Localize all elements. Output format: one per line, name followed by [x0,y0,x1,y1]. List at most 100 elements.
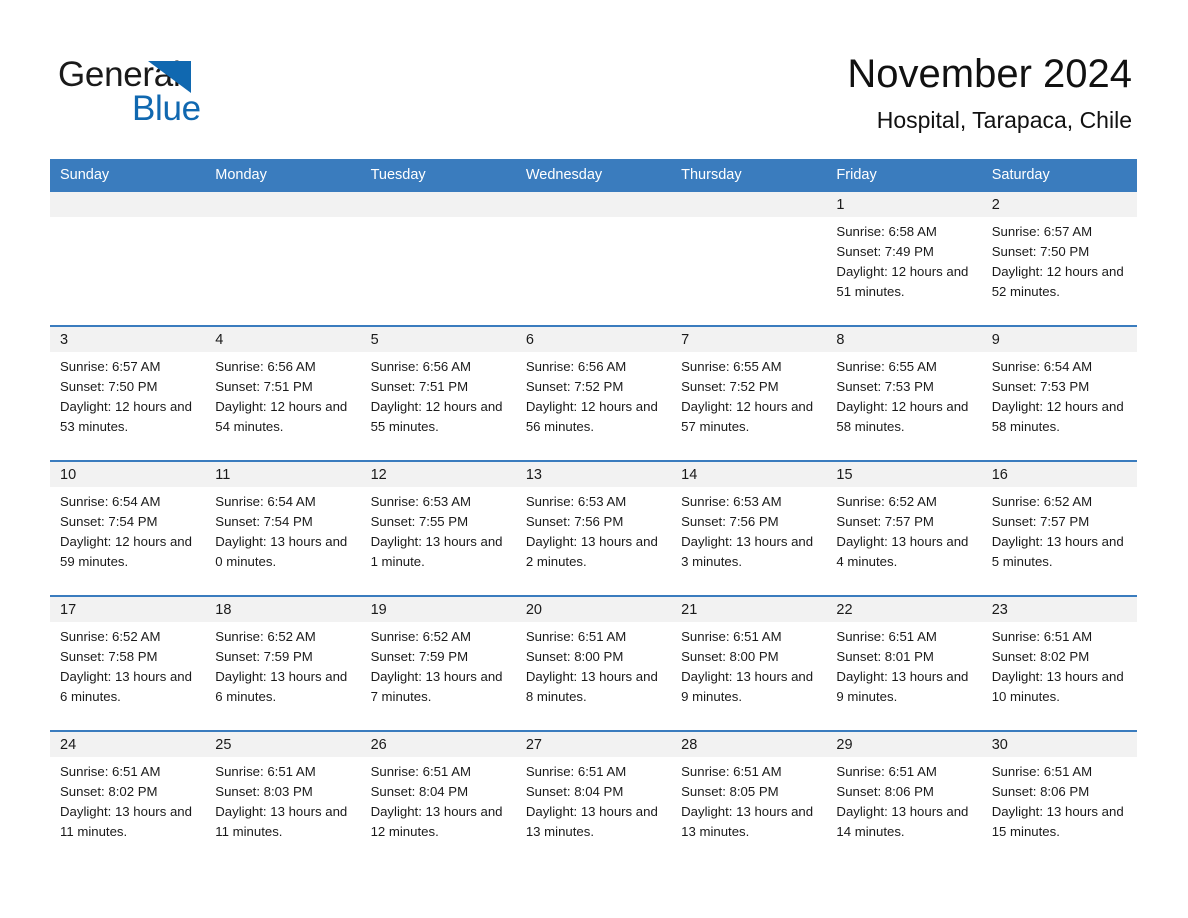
day-cell[interactable]: 30 Sunrise: 6:51 AM Sunset: 8:06 PM Dayligh… [981,732,1137,865]
sunset-text: Sunset: 7:55 PM [370,514,469,529]
daylight-text: Daylight: 13 hours and 11 minutes. [60,804,192,839]
day-number: 19 [360,597,516,622]
day-cell[interactable]: 14 Sunrise: 6:53 AM Sunset: 7:56 PM Dayligh… [671,462,827,595]
daylight-text: Daylight: 13 hours and 2 minutes. [525,534,658,569]
calendar-grid: Sunday Monday Tuesday Wednesday Thursday Frid… [50,159,1137,865]
daylight-text: Daylight: 13 hours and 9 minutes. [836,669,969,704]
day-cell[interactable]: 16 Sunrise: 6:52 AM Sunset: 7:57 PM Dayligh… [981,462,1137,595]
day-number: 15 [826,462,982,487]
day-details: Sunrise: 6:51 AM Sunset: 8:06 PM Daylight:… [826,757,981,842]
day-cell[interactable]: 28 Sunrise: 6:51 AM Sunset: 8:05 PM Dayligh… [671,732,827,865]
day-cell[interactable]: 1 Sunrise: 6:58 AM Sunset: 7:49 PM Daylight… [826,192,982,325]
day-cell[interactable]: 20 Sunrise: 6:51 AM Sunset: 8:00 PM Dayligh… [515,597,672,730]
daylight-text: Daylight: 13 hours and 3 minutes. [681,534,814,569]
sunset-text: Sunset: 8:01 PM [836,649,934,664]
day-details: Sunrise: 6:51 AM Sunset: 8:02 PM Daylight:… [982,622,1137,707]
sunrise-text: Sunrise: 6:52 AM [60,629,161,644]
sunrise-text: Sunrise: 6:52 AM [836,494,937,509]
day-cell[interactable]: 6 Sunrise: 6:56 AM Sunset: 7:52 PM Daylight… [515,327,672,460]
daylight-text: Daylight: 12 hours and 52 minutes. [991,264,1124,299]
day-number: 17 [50,597,206,622]
day-cell[interactable]: 2 Sunrise: 6:57 AM Sunset: 7:50 PM Daylight… [981,192,1137,325]
sunset-text: Sunset: 7:53 PM [836,379,934,394]
daylight-text: Daylight: 13 hours and 14 minutes. [836,804,969,839]
sunrise-text: Sunrise: 6:56 AM [215,359,316,374]
day-details: Sunrise: 6:51 AM Sunset: 8:00 PM Daylight:… [516,622,671,707]
logo-text-blue: Blue [132,89,201,128]
day-cell[interactable]: 11 Sunrise: 6:54 AM Sunset: 7:54 PM Dayligh… [205,462,361,595]
daylight-text: Daylight: 13 hours and 10 minutes. [991,669,1124,704]
daylight-text: Daylight: 13 hours and 4 minutes. [836,534,969,569]
daylight-text: Daylight: 13 hours and 1 minute. [370,534,503,569]
calendar-weeks: 1 Sunrise: 6:58 AM Sunset: 7:49 PM Daylight… [50,192,1137,865]
day-number: 3 [50,327,206,352]
day-cell[interactable]: 7 Sunrise: 6:55 AM Sunset: 7:52 PM Daylight… [671,327,827,460]
day-cell[interactable]: 4 Sunrise: 6:56 AM Sunset: 7:51 PM Daylight… [205,327,361,460]
weekday-header-friday: Friday [836,167,877,183]
calendar-week-row: 1 Sunrise: 6:58 AM Sunset: 7:49 PM Daylight… [50,192,1137,325]
sunset-text: Sunset: 7:52 PM [681,379,779,394]
day-cell[interactable]: 21 Sunrise: 6:51 AM Sunset: 8:00 PM Dayligh… [671,597,827,730]
day-number: 24 [50,732,206,757]
day-cell[interactable]: 9 Sunrise: 6:54 AM Sunset: 7:53 PM Daylight… [981,327,1137,460]
sunrise-text: Sunrise: 6:51 AM [681,629,782,644]
day-number: 13 [515,462,672,487]
weekday-header-wednesday: Wednesday [525,167,603,183]
sunrise-text: Sunrise: 6:51 AM [681,764,782,779]
generalblue-logo[interactable]: General Blue [58,55,258,133]
sunset-text: Sunset: 7:49 PM [836,244,934,259]
day-cell[interactable]: 10 Sunrise: 6:54 AM Sunset: 7:54 PM Dayligh… [50,462,206,595]
day-details: Sunrise: 6:56 AM Sunset: 7:51 PM Daylight:… [205,352,360,437]
day-cell[interactable]: 18 Sunrise: 6:52 AM Sunset: 7:59 PM Dayligh… [205,597,361,730]
day-cell[interactable]: 3 Sunrise: 6:57 AM Sunset: 7:50 PM Daylight… [50,327,206,460]
day-cell[interactable]: 17 Sunrise: 6:52 AM Sunset: 7:58 PM Dayligh… [50,597,206,730]
day-cell[interactable]: 12 Sunrise: 6:53 AM Sunset: 7:55 PM Dayligh… [360,462,516,595]
sunrise-text: Sunrise: 6:52 AM [370,629,471,644]
sunset-text: Sunset: 7:58 PM [60,649,158,664]
day-cell-empty [50,192,206,325]
sunset-text: Sunset: 7:59 PM [370,649,469,664]
daylight-text: Daylight: 12 hours and 55 minutes. [370,399,503,434]
day-cell[interactable]: 22 Sunrise: 6:51 AM Sunset: 8:01 PM Dayligh… [826,597,982,730]
daylight-text: Daylight: 13 hours and 6 minutes. [60,669,192,704]
day-cell[interactable]: 15 Sunrise: 6:52 AM Sunset: 7:57 PM Dayligh… [826,462,982,595]
day-cell[interactable]: 27 Sunrise: 6:51 AM Sunset: 8:04 PM Dayligh… [515,732,672,865]
day-cell[interactable]: 24 Sunrise: 6:51 AM Sunset: 8:02 PM Dayligh… [50,732,206,865]
day-cell[interactable]: 5 Sunrise: 6:56 AM Sunset: 7:51 PM Daylight… [360,327,516,460]
weekday-header-row: Sunday Monday Tuesday Wednesday Thursday Frid… [50,159,1137,192]
weekday-header-saturday: Saturday [991,167,1050,183]
day-details: Sunrise: 6:54 AM Sunset: 7:54 PM Daylight:… [50,487,205,572]
page-subtitle: Hospital, Tarapaca, Chile [876,107,1132,133]
day-cell[interactable]: 13 Sunrise: 6:53 AM Sunset: 7:56 PM Dayligh… [515,462,672,595]
day-details: Sunrise: 6:53 AM Sunset: 7:55 PM Daylight:… [361,487,516,572]
sunset-text: Sunset: 7:59 PM [215,649,313,664]
day-number: 20 [515,597,672,622]
sunrise-text: Sunrise: 6:55 AM [836,359,937,374]
day-cell[interactable]: 25 Sunrise: 6:51 AM Sunset: 8:03 PM Dayligh… [205,732,361,865]
day-cell[interactable]: 19 Sunrise: 6:52 AM Sunset: 7:59 PM Dayligh… [360,597,516,730]
sunset-text: Sunset: 7:53 PM [991,379,1090,394]
sunrise-text: Sunrise: 6:53 AM [525,494,627,509]
sunset-text: Sunset: 8:04 PM [525,784,624,799]
sunset-text: Sunset: 8:06 PM [991,784,1090,799]
sunrise-text: Sunrise: 6:55 AM [681,359,782,374]
day-cell[interactable]: 26 Sunrise: 6:51 AM Sunset: 8:04 PM Dayligh… [360,732,516,865]
daylight-text: Daylight: 12 hours and 58 minutes. [991,399,1124,434]
daylight-text: Daylight: 12 hours and 59 minutes. [60,534,192,569]
sunrise-text: Sunrise: 6:54 AM [60,494,161,509]
sunrise-text: Sunrise: 6:51 AM [525,629,627,644]
day-details: Sunrise: 6:58 AM Sunset: 7:49 PM Daylight:… [826,217,981,302]
sunset-text: Sunset: 7:56 PM [681,514,779,529]
daylight-text: Daylight: 13 hours and 0 minutes. [215,534,348,569]
day-cell[interactable]: 23 Sunrise: 6:51 AM Sunset: 8:02 PM Dayligh… [981,597,1137,730]
daylight-text: Daylight: 12 hours and 51 minutes. [836,264,969,299]
day-number [515,192,672,217]
page-header: General Blue November 2024 Hospital, Tar… [0,0,1188,152]
daylight-text: Daylight: 13 hours and 13 minutes. [681,804,814,839]
sunset-text: Sunset: 7:51 PM [370,379,469,394]
sunset-text: Sunset: 7:50 PM [60,379,158,394]
day-cell[interactable]: 8 Sunrise: 6:55 AM Sunset: 7:53 PM Daylight… [826,327,982,460]
day-details: Sunrise: 6:51 AM Sunset: 8:02 PM Daylight:… [50,757,205,842]
sunset-text: Sunset: 8:00 PM [681,649,779,664]
day-cell[interactable]: 29 Sunrise: 6:51 AM Sunset: 8:06 PM Dayligh… [826,732,982,865]
